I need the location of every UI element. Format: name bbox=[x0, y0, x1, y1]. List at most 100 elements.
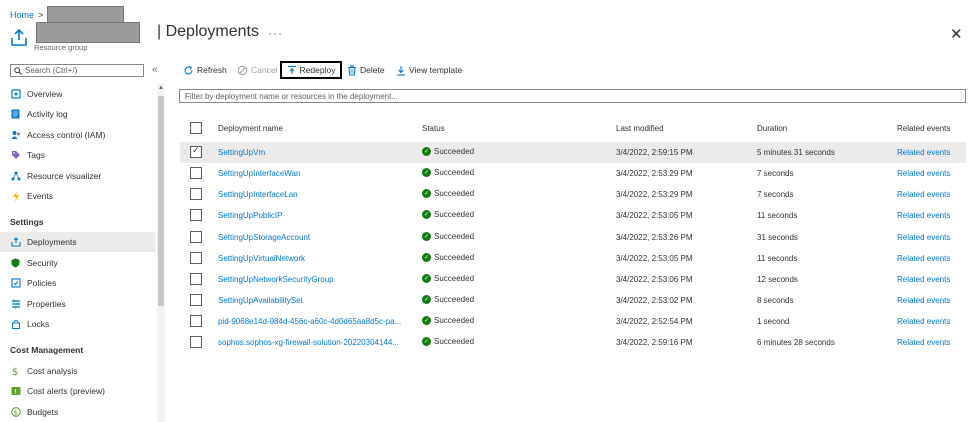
related-events-link[interactable]: Related events bbox=[897, 190, 950, 199]
deployment-name-link[interactable]: SettingUpAvailabilitySet bbox=[218, 296, 303, 305]
row-checkbox[interactable]: ✓ bbox=[190, 145, 202, 158]
close-button[interactable]: ✕ bbox=[950, 25, 963, 43]
view-template-button[interactable]: View template bbox=[396, 63, 462, 77]
delete-button[interactable]: Delete bbox=[347, 63, 385, 77]
cancel-button[interactable]: Cancel bbox=[237, 63, 277, 77]
scrollbar-thumb[interactable] bbox=[158, 96, 164, 306]
related-events-link[interactable]: Related events bbox=[897, 296, 950, 305]
sidebar-item-budgets[interactable]: $ Budgets bbox=[0, 402, 155, 422]
deployment-name-link[interactable]: SettingUpVirtualNetwork bbox=[218, 254, 305, 263]
duration-cell: 8 seconds bbox=[757, 296, 794, 305]
column-header-last-modified[interactable]: Last modified bbox=[616, 124, 664, 133]
sidebar-item-label: Cost analysis bbox=[27, 366, 78, 376]
row-checkbox[interactable] bbox=[190, 294, 202, 306]
last-modified-cell: 3/4/2022, 2:53:29 PM bbox=[616, 169, 693, 178]
sidebar-item-properties[interactable]: Properties bbox=[0, 294, 155, 314]
table-row[interactable]: SettingUpVirtualNetwork ✓ Succeeded 3/4/202… bbox=[180, 248, 966, 269]
success-check-icon: ✓ bbox=[422, 295, 431, 304]
table-row[interactable]: pid-9068e14d-984d-456c-a60c-4d0d65aa8d5c… bbox=[180, 311, 966, 332]
sidebar-item-activity-log[interactable]: Activity log bbox=[0, 104, 155, 124]
deployment-name-link[interactable]: pid-9068e14d-984d-456c-a60c-4d0d65aa8d5c… bbox=[218, 317, 401, 326]
success-check-icon: ✓ bbox=[422, 189, 431, 198]
related-events-link[interactable]: Related events bbox=[897, 233, 950, 242]
duration-cell: 7 seconds bbox=[757, 190, 794, 199]
status-cell: ✓ Succeeded bbox=[422, 295, 474, 304]
row-checkbox[interactable] bbox=[190, 315, 202, 327]
related-events-link[interactable]: Related events bbox=[897, 338, 950, 347]
breadcrumb: Home > bbox=[10, 6, 125, 23]
sidebar-search-input[interactable]: Search (Ctrl+/) bbox=[10, 64, 144, 77]
row-checkbox[interactable] bbox=[190, 336, 202, 348]
duration-cell: 12 seconds bbox=[757, 275, 798, 284]
resource-group-icon bbox=[11, 28, 27, 46]
sidebar-item-deployments[interactable]: Deployments bbox=[0, 232, 155, 252]
table-row[interactable]: SettingUpPublicIP ✓ Succeeded 3/4/2022, 2:5… bbox=[180, 205, 966, 226]
deployment-name-link[interactable]: SettingUpStorageAccount bbox=[218, 233, 310, 242]
related-events-link[interactable]: Related events bbox=[897, 254, 950, 263]
status-cell: ✓ Succeeded bbox=[422, 210, 474, 219]
success-check-icon: ✓ bbox=[422, 147, 431, 156]
table-row[interactable]: SettingUpAvailabilitySet ✓ Succeeded 3/4/20… bbox=[180, 290, 966, 311]
column-header-related-events[interactable]: Related events bbox=[897, 124, 950, 133]
deployment-name-link[interactable]: SettingUpInterfaceWan bbox=[218, 169, 300, 178]
sidebar-item-locks[interactable]: Locks bbox=[0, 314, 155, 334]
duration-cell: 7 seconds bbox=[757, 169, 794, 178]
deployment-name-link[interactable]: sophos.sophos-xg-firewall-solution-20220… bbox=[218, 338, 399, 347]
row-checkbox[interactable] bbox=[190, 252, 202, 264]
sidebar-item-resource-visualizer[interactable]: Resource visualizer bbox=[0, 166, 155, 186]
related-events-link[interactable]: Related events bbox=[897, 169, 950, 178]
lock-icon bbox=[10, 319, 21, 330]
sidebar-scrollbar[interactable]: ▲ bbox=[157, 84, 165, 422]
deployment-name-link[interactable]: SettingUpVm bbox=[218, 148, 265, 157]
deployment-name-link[interactable]: SettingUpPublicIP bbox=[218, 211, 282, 220]
last-modified-cell: 3/4/2022, 2:53:05 PM bbox=[616, 254, 693, 263]
collapse-sidebar-button[interactable]: « bbox=[152, 64, 158, 75]
related-events-link[interactable]: Related events bbox=[897, 275, 950, 284]
row-checkbox[interactable] bbox=[190, 167, 202, 179]
column-header-name[interactable]: Deployment name bbox=[218, 124, 283, 133]
sidebar-item-cost-alerts[interactable]: ! Cost alerts (preview) bbox=[0, 381, 155, 401]
row-checkbox[interactable] bbox=[190, 188, 202, 200]
table-row[interactable]: SettingUpInterfaceLan ✓ Succeeded 3/4/2022,… bbox=[180, 184, 966, 205]
last-modified-cell: 3/4/2022, 2:59:16 PM bbox=[616, 338, 693, 347]
table-row[interactable]: ✓ SettingUpVm ✓ Succeeded 3/4/2022, 2:59:15 … bbox=[180, 142, 966, 163]
table-row[interactable]: sophos.sophos-xg-firewall-solution-20220… bbox=[180, 332, 966, 353]
cost-analysis-icon: $ bbox=[10, 366, 21, 377]
success-check-icon: ✓ bbox=[422, 210, 431, 219]
sidebar-item-label: Locks bbox=[27, 319, 50, 329]
sidebar-item-cost-analysis[interactable]: $ Cost analysis bbox=[0, 361, 155, 381]
redeploy-button[interactable]: Redeploy bbox=[280, 61, 342, 79]
row-checkbox[interactable] bbox=[190, 209, 202, 221]
deployment-name-link[interactable]: SettingUpNetworkSecurityGroup bbox=[218, 275, 334, 284]
filter-input[interactable]: Filter by deployment name or resources i… bbox=[179, 89, 966, 103]
redeploy-icon bbox=[287, 65, 296, 74]
table-row[interactable]: SettingUpInterfaceWan ✓ Succeeded 3/4/2022,… bbox=[180, 163, 966, 184]
row-checkbox[interactable] bbox=[190, 273, 202, 285]
more-options-button[interactable]: ··· bbox=[268, 26, 283, 40]
related-events-link[interactable]: Related events bbox=[897, 317, 950, 326]
policies-icon bbox=[10, 278, 21, 289]
deployment-name-link[interactable]: SettingUpInterfaceLan bbox=[218, 190, 298, 199]
events-icon bbox=[10, 190, 21, 202]
sidebar-item-security[interactable]: Security bbox=[0, 253, 155, 273]
sidebar-item-overview[interactable]: Overview bbox=[0, 84, 155, 104]
sidebar-item-tags[interactable]: Tags bbox=[0, 145, 155, 165]
select-all-checkbox[interactable] bbox=[190, 122, 202, 134]
row-checkbox[interactable] bbox=[190, 231, 202, 243]
duration-cell: 31 seconds bbox=[757, 233, 798, 242]
related-events-link[interactable]: Related events bbox=[897, 148, 950, 157]
related-events-link[interactable]: Related events bbox=[897, 211, 950, 220]
checkmark-icon: ✓ bbox=[192, 145, 200, 155]
section-settings: Settings bbox=[10, 217, 44, 227]
sidebar-item-access-control[interactable]: Access control (IAM) bbox=[0, 125, 155, 145]
table-row[interactable]: SettingUpStorageAccount ✓ Succeeded 3/4/202… bbox=[180, 227, 966, 248]
column-header-status[interactable]: Status bbox=[422, 124, 445, 133]
refresh-button[interactable]: Refresh bbox=[183, 63, 227, 77]
sidebar-item-label: Budgets bbox=[27, 407, 59, 417]
table-row[interactable]: SettingUpNetworkSecurityGroup ✓ Succeeded 3… bbox=[180, 269, 966, 290]
scroll-up-arrow-icon[interactable]: ▲ bbox=[158, 85, 164, 91]
sidebar-item-events[interactable]: Events bbox=[0, 186, 155, 206]
sidebar-item-policies[interactable]: Policies bbox=[0, 273, 155, 293]
breadcrumb-home-link[interactable]: Home bbox=[10, 10, 34, 20]
column-header-duration[interactable]: Duration bbox=[757, 124, 787, 133]
